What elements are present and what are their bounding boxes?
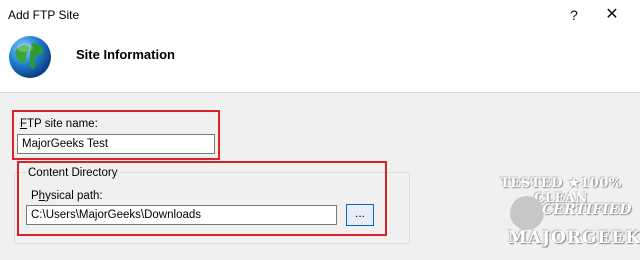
title-bar: Add FTP Site ? ✕ [0,0,640,30]
dialog-header: Site Information [0,30,640,93]
help-button[interactable]: ? [562,5,586,25]
watermark: TESTED ★100% CLEAN CERTIFIED MAJORGEEKS [490,172,640,256]
highlight-box-site-name [12,110,220,160]
section-title: Site Information [76,47,175,62]
mascot-icon [510,196,544,230]
watermark-certified-text: CERTIFIED [542,202,632,218]
close-button[interactable]: ✕ [600,5,624,25]
watermark-bottom-text: MAJORGEEKS [508,228,640,248]
globe-icon [9,36,51,78]
window-title: Add FTP Site [8,8,80,22]
highlight-box-content-directory [17,161,387,236]
